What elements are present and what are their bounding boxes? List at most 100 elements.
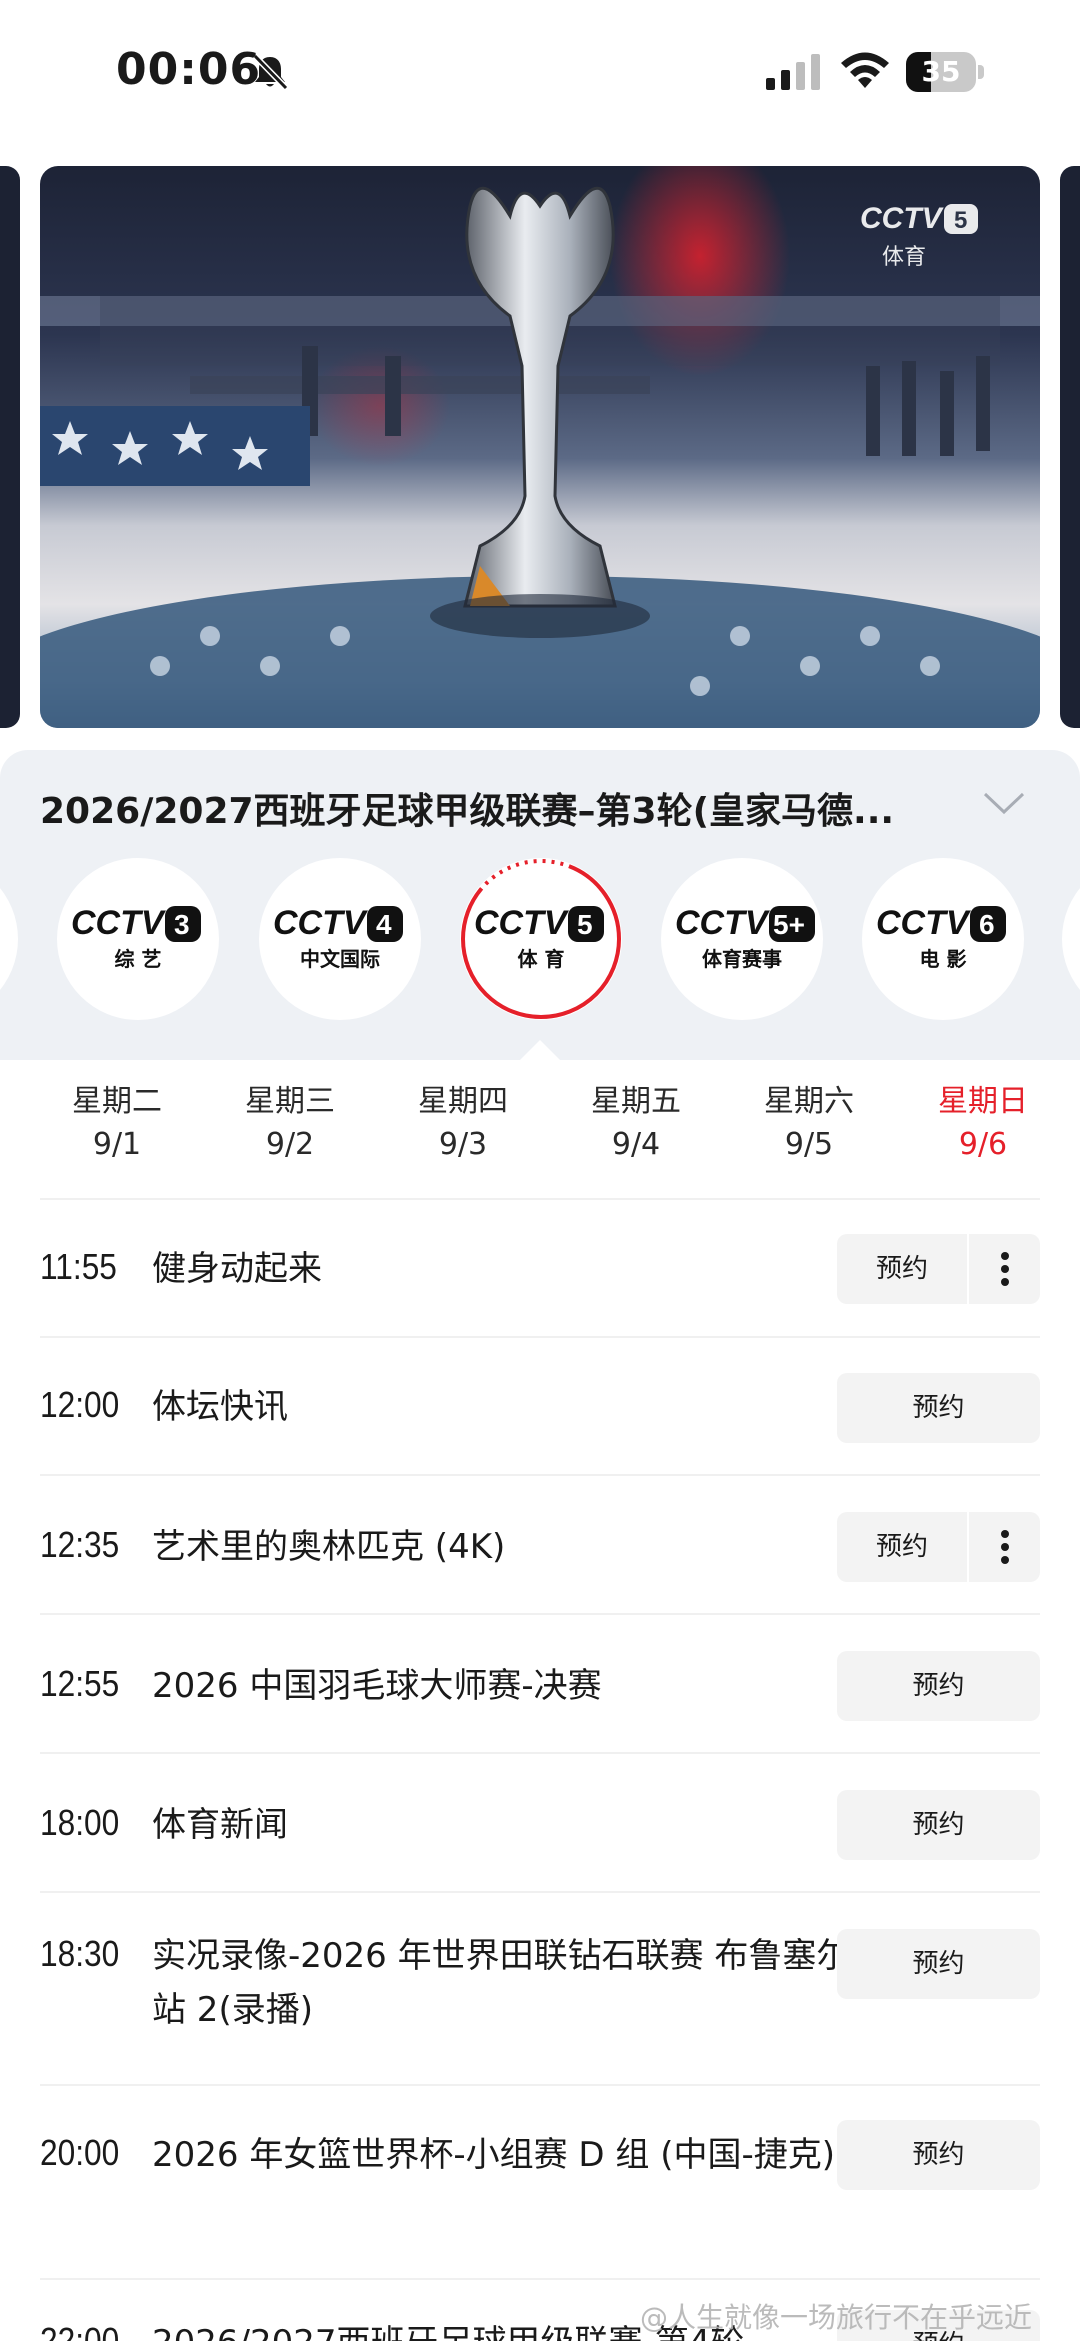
schedule-row: 18:00 体育新闻 预约 [40, 1754, 1040, 1893]
channel-subtitle: 体育赛事 [702, 947, 782, 971]
channel-number: 4 [376, 909, 392, 940]
channel-brand: CCTV [71, 904, 167, 942]
battery-percent: 35 [921, 55, 961, 88]
program-name: 体坛快讯 [152, 1387, 288, 1427]
reserve-button[interactable]: 预约 [837, 1234, 967, 1304]
tab-day-thu[interactable]: 星期四 9/3 [376, 1082, 550, 1168]
channel-item-cctv5[interactable]: CCTV 5 体 育 [460, 858, 622, 1020]
reserve-button[interactable]: 预约 [837, 2120, 1040, 2190]
channel-item-cctv5plus[interactable]: CCTV 5+ 体育赛事 [661, 858, 823, 1020]
channel-number: 6 [979, 909, 995, 940]
tab-day-wed[interactable]: 星期三 9/2 [203, 1082, 377, 1168]
channel-subtitle: 电 影 [920, 947, 967, 971]
battery-indicator: 35 [906, 52, 984, 92]
more-vertical-icon [1001, 1252, 1009, 1286]
reserve-button[interactable]: 预约 [837, 1512, 967, 1582]
channel-item-partial-right[interactable] [1062, 858, 1080, 1020]
video-frame-image: CCTV 5 体育 [40, 166, 1040, 728]
schedule-row: 12:35 艺术里的奥林匹克 (4K) 预约 [40, 1476, 1040, 1615]
weekday-label: 星期三 [245, 1084, 335, 1119]
current-program-title[interactable]: 2026/2027西班牙足球甲级联赛–第3轮(皇家马德... [40, 782, 940, 834]
date-label: 9/6 [958, 1127, 1008, 1162]
status-bar: 00:06 35 [0, 0, 1080, 150]
program-time: 12:55 [40, 1663, 120, 1704]
program-time: 18:00 [40, 1802, 120, 1843]
schedule-row: 11:55 健身动起来 预约 [40, 1200, 1040, 1338]
reserve-button[interactable]: 预约 [837, 1373, 1040, 1443]
cellular-signal-icon [766, 54, 820, 90]
battery-body: 35 [906, 52, 976, 92]
date-label: 9/5 [784, 1127, 834, 1162]
tab-day-sat[interactable]: 星期六 9/5 [722, 1082, 896, 1168]
channel-item-cctv3[interactable]: CCTV 3 综 艺 [57, 858, 219, 1020]
day-tabs: 星期二 9/1 星期三 9/2 星期四 9/3 星期五 9/4 星期六 9/5 星期日 9/… [0, 1060, 1080, 1200]
weekday-label: 星期五 [591, 1084, 681, 1119]
cctv-logo-icon: CCTV 6 电 影 [876, 904, 1006, 971]
channel-subtitle: 中文国际 [300, 947, 380, 971]
schedule-row: 18:30 实况录像-2026 年世界田联钻石联赛 布鲁塞尔站 2(录播) 预约 [40, 1893, 1040, 2086]
reserve-button[interactable]: 预约 [837, 1929, 1040, 1999]
cctv-logo-icon: CCTV 4 中文国际 [273, 904, 403, 971]
selected-channel-pointer [520, 1040, 560, 1060]
schedule-row: 12:00 体坛快讯 预约 [40, 1338, 1040, 1476]
more-vertical-icon [1001, 1530, 1009, 1564]
channel-number: 5+ [773, 909, 805, 940]
channel-brand: CCTV [675, 904, 771, 942]
weekday-label: 星期日 [938, 1084, 1028, 1119]
next-video-card[interactable] [1060, 166, 1080, 728]
reserve-button[interactable]: 预约 [837, 1651, 1040, 1721]
program-time: 20:00 [40, 2132, 120, 2173]
watermark-text: @人生就像一场旅行不在乎远近 [640, 2301, 1033, 2334]
weekday-label: 星期四 [418, 1084, 508, 1119]
battery-tip [978, 65, 984, 79]
previous-video-card[interactable] [0, 166, 20, 728]
program-time: 18:30 [40, 1933, 120, 1974]
program-name: 健身动起来 [152, 1249, 322, 1289]
tab-day-tue[interactable]: 星期二 9/1 [30, 1082, 204, 1168]
program-time: 12:00 [40, 1384, 120, 1425]
program-name: 2026 中国羽毛球大师赛-决赛 [152, 1666, 602, 1706]
weekday-label: 星期六 [764, 1084, 854, 1119]
channel-item-partial-left[interactable] [0, 858, 18, 1020]
date-label: 9/2 [265, 1127, 315, 1162]
program-name: 体育新闻 [152, 1805, 288, 1845]
bell-muted-icon [252, 53, 289, 91]
reserve-button[interactable]: 预约 [837, 1790, 1040, 1860]
status-time: 00:06 [116, 44, 262, 95]
tab-day-sun[interactable]: 星期日 9/6 [896, 1082, 1070, 1168]
date-label: 9/4 [611, 1127, 661, 1162]
chevron-down-icon[interactable] [982, 790, 1026, 816]
channel-number: 5 [577, 909, 593, 940]
channel-subtitle: 综 艺 [115, 947, 162, 971]
channel-item-cctv4[interactable]: CCTV 4 中文国际 [259, 858, 421, 1020]
program-time: 12:35 [40, 1524, 120, 1565]
channel-subtitle: 体 育 [518, 947, 565, 971]
svg-text:5: 5 [954, 207, 967, 234]
channel-watermark-sub: 体育 [882, 245, 926, 270]
more-options-button[interactable] [969, 1512, 1040, 1582]
channel-brand: CCTV [273, 904, 369, 942]
tab-day-fri[interactable]: 星期五 9/4 [549, 1082, 723, 1168]
tv-guide-screen: 00:06 35 CCTV 5 体育 2026/2027西班牙足球甲级联赛–第3… [0, 0, 1080, 2341]
wifi-icon [841, 52, 889, 88]
svg-text:CCTV: CCTV [860, 202, 945, 235]
program-name: 2026 年女篮世界杯-小组赛 D 组 (中国-捷克) [152, 2135, 836, 2175]
cctv-logo-icon: CCTV 5 体 育 [461, 859, 621, 1019]
channel-selector: CCTV 3 综 艺 CCTV 4 中文国际 CCTV 5 体 育 CCTV 5+ 体育赛事 C… [0, 858, 1080, 1026]
program-time: 22:00 [40, 2320, 120, 2341]
date-label: 9/1 [92, 1127, 142, 1162]
program-name: 艺术里的奥林匹克 (4K) [152, 1527, 506, 1567]
program-time: 11:55 [40, 1246, 117, 1287]
channel-number: 3 [174, 909, 190, 940]
cctv-logo-icon: CCTV 3 综 艺 [71, 904, 201, 971]
channel-item-cctv6[interactable]: CCTV 6 电 影 [862, 858, 1024, 1020]
date-label: 9/3 [438, 1127, 488, 1162]
channel-watermark-logo: CCTV 5 [860, 202, 978, 235]
schedule-row: 20:00 2026 年女篮世界杯-小组赛 D 组 (中国-捷克) 预约 [40, 2086, 1040, 2280]
schedule-row: 12:55 2026 中国羽毛球大师赛-决赛 预约 [40, 1615, 1040, 1754]
video-player[interactable]: CCTV 5 体育 [40, 166, 1040, 728]
cctv-logo-icon: CCTV 5+ 体育赛事 [675, 904, 815, 971]
more-options-button[interactable] [969, 1234, 1040, 1304]
channel-brand: CCTV [876, 904, 972, 942]
weekday-label: 星期二 [72, 1084, 162, 1119]
